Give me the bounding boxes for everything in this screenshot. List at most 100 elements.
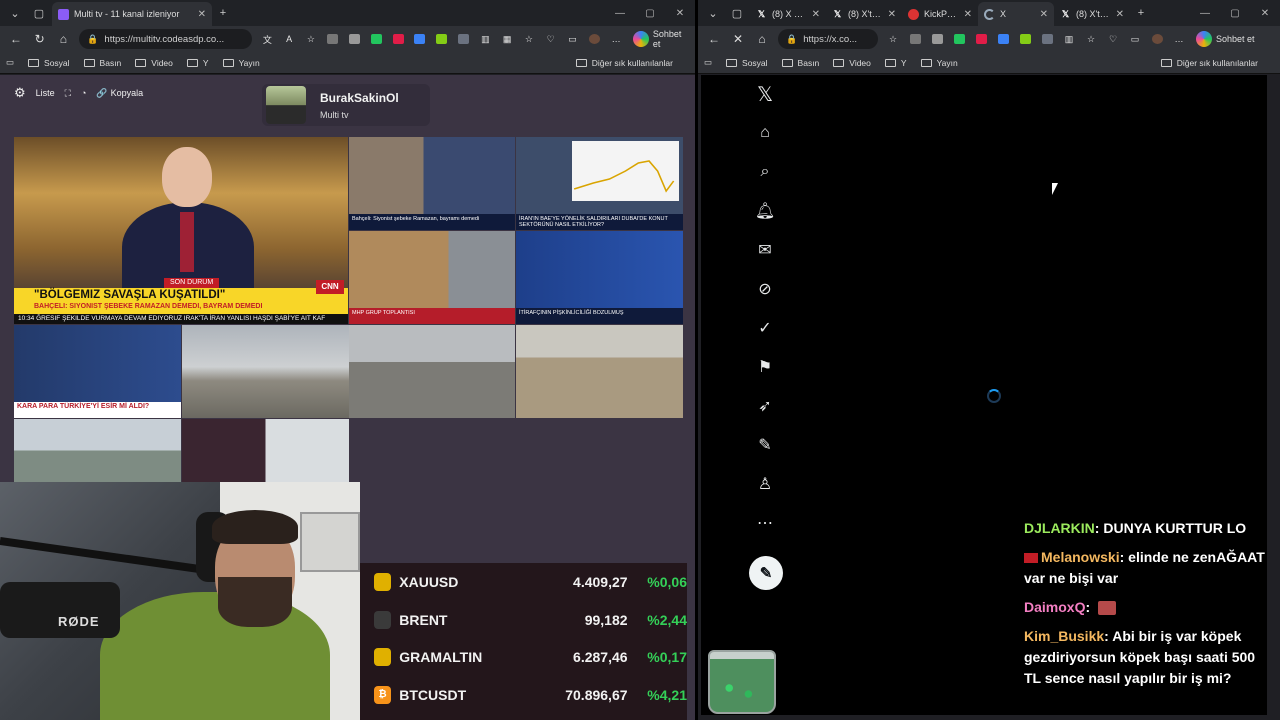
video-tile[interactable] bbox=[182, 419, 349, 482]
channel-card[interactable]: BurakSakinOl Multi tv bbox=[262, 84, 430, 126]
more-icon[interactable]: ⋯ bbox=[749, 509, 781, 537]
close-tab-icon[interactable]: ✕ bbox=[1040, 9, 1048, 20]
heart-icon[interactable]: ♡ bbox=[542, 32, 560, 46]
home-icon[interactable]: ⌂ bbox=[750, 32, 774, 46]
bookmark-sosyal[interactable]: Sosyal bbox=[28, 58, 70, 68]
other-bookmarks[interactable]: Diğer sık kullanılanlar bbox=[575, 58, 673, 68]
bookmark-y[interactable]: Y bbox=[884, 58, 907, 68]
search-icon[interactable]: ⌕ bbox=[749, 158, 781, 186]
favorites-icon[interactable]: ☆ bbox=[1082, 32, 1100, 46]
refresh-icon[interactable]: ↻ bbox=[28, 32, 52, 46]
tab-x-loading[interactable]: X ✕ bbox=[978, 2, 1054, 26]
translate-icon[interactable]: 文 bbox=[258, 32, 276, 46]
video-tile[interactable] bbox=[182, 325, 349, 418]
extension-icon[interactable] bbox=[1016, 32, 1034, 46]
screenshot-icon[interactable]: ▭ bbox=[564, 32, 582, 46]
settings-gear-icon[interactable]: ⚙ bbox=[14, 85, 26, 101]
workspaces-icon[interactable]: ▢ bbox=[28, 2, 50, 24]
bookmark-yayin[interactable]: Yayın bbox=[920, 58, 958, 68]
new-tab-icon[interactable]: + bbox=[212, 2, 234, 24]
split-screen-icon[interactable]: ▥ bbox=[476, 32, 494, 46]
mail-icon[interactable]: ✉ bbox=[749, 236, 781, 264]
video-tile[interactable] bbox=[14, 419, 181, 482]
grok-icon[interactable]: ⊘ bbox=[749, 275, 781, 303]
minimize-icon[interactable]: — bbox=[1190, 8, 1220, 19]
bookmark-sosyal[interactable]: Sosyal bbox=[726, 58, 768, 68]
bookmark-yayin[interactable]: Yayın bbox=[222, 58, 260, 68]
video-tile[interactable]: KARA PARA TÜRKİYE'Yİ ESİR Mİ ALDI? bbox=[14, 325, 181, 418]
tab-x-search-1[interactable]: 𝕏 (8) X'te BP ✕ bbox=[826, 2, 902, 26]
video-tile[interactable]: MHP GRUP TOPLANTISI bbox=[349, 231, 515, 324]
extension-icon[interactable] bbox=[324, 32, 342, 46]
video-tile[interactable] bbox=[349, 325, 515, 418]
extension-icon[interactable] bbox=[346, 32, 364, 46]
maximize-icon[interactable]: ▢ bbox=[635, 8, 665, 19]
profile-icon[interactable]: ♙ bbox=[749, 470, 781, 498]
extension-icon[interactable] bbox=[972, 32, 990, 46]
close-window-icon[interactable]: ✕ bbox=[1250, 8, 1280, 19]
url-field[interactable]: 🔒 https://x.co... bbox=[778, 29, 878, 49]
bell-icon[interactable]: 🔔︎ bbox=[749, 197, 781, 225]
bookmark-y[interactable]: Y bbox=[186, 58, 209, 68]
bookmark-video[interactable]: Video bbox=[135, 58, 173, 68]
verified-icon[interactable]: ✓ bbox=[749, 314, 781, 342]
tab-x-pro[interactable]: 𝕏 (8) X Pro ✕ bbox=[750, 2, 826, 26]
bookmark-basin[interactable]: Basın bbox=[83, 58, 121, 68]
extension-icon[interactable] bbox=[994, 32, 1012, 46]
close-tab-icon[interactable]: ✕ bbox=[1116, 9, 1124, 20]
video-tile[interactable] bbox=[516, 325, 683, 418]
back-icon[interactable]: ← bbox=[702, 32, 726, 46]
extension-icon[interactable] bbox=[433, 32, 451, 46]
extension-icon[interactable] bbox=[367, 32, 385, 46]
extension-icon[interactable] bbox=[389, 32, 407, 46]
copy-link-button[interactable]: 🔗 Kopyala bbox=[96, 88, 143, 99]
video-tile[interactable]: İTİRAFÇININ PİŞKİNLİCİLİĞİ BOZULMUŞ bbox=[516, 231, 683, 324]
post-button-icon[interactable]: ✎ bbox=[749, 556, 783, 590]
url-field[interactable]: 🔒 https://multitv.codeasdp.co... bbox=[79, 29, 253, 49]
tab-x-search-2[interactable]: 𝕏 (8) X'te Sö ✕ bbox=[1054, 2, 1130, 26]
rocket-icon[interactable]: ➶ bbox=[749, 392, 781, 420]
fullscreen-icon[interactable]: ⛶ bbox=[65, 88, 71, 99]
extension-icon[interactable] bbox=[906, 32, 924, 46]
x-logo-icon[interactable]: 𝕏 bbox=[749, 80, 781, 108]
tab-actions-icon[interactable]: ⌄ bbox=[4, 2, 26, 24]
favorite-star-icon[interactable]: ☆ bbox=[884, 32, 902, 46]
video-tile[interactable]: Bahçeli: Siyonist şebeke Ramazan, bayram… bbox=[349, 137, 515, 230]
reading-list-icon[interactable]: ▭ bbox=[704, 57, 712, 68]
minimize-icon[interactable]: — bbox=[605, 8, 635, 19]
extension-icon[interactable] bbox=[411, 32, 429, 46]
close-tab-icon[interactable]: ✕ bbox=[888, 9, 896, 20]
other-bookmarks[interactable]: Diğer sık kullanılanlar bbox=[1160, 58, 1258, 68]
stop-loading-icon[interactable]: ✕ bbox=[726, 32, 750, 46]
profile-avatar-icon[interactable] bbox=[585, 32, 603, 46]
favorite-star-icon[interactable]: ☆ bbox=[302, 32, 320, 46]
bookmark-icon[interactable]: ⚑ bbox=[749, 353, 781, 381]
tab-kickpeek[interactable]: KickPeek - ✕ bbox=[902, 2, 978, 26]
close-window-icon[interactable]: ✕ bbox=[665, 8, 695, 19]
favorites-icon[interactable]: ☆ bbox=[520, 32, 538, 46]
workspaces-icon[interactable]: ▢ bbox=[726, 2, 748, 24]
heart-icon[interactable]: ♡ bbox=[1104, 32, 1122, 46]
list-button[interactable]: Liste bbox=[36, 88, 55, 98]
collections-icon[interactable]: ▦ bbox=[498, 32, 516, 46]
screenshot-icon[interactable]: ▭ bbox=[1126, 32, 1144, 46]
new-tab-icon[interactable]: + bbox=[1130, 2, 1152, 24]
extension-icon[interactable] bbox=[950, 32, 968, 46]
profile-avatar-icon[interactable] bbox=[1148, 32, 1166, 46]
reading-list-icon[interactable]: ▭ bbox=[6, 57, 14, 68]
bookmark-basin[interactable]: Basın bbox=[781, 58, 819, 68]
copilot-chat-button[interactable]: Sohbet et bbox=[1196, 31, 1255, 47]
read-aloud-icon[interactable]: A bbox=[280, 32, 298, 46]
extension-icon[interactable] bbox=[455, 32, 473, 46]
main-video-feed[interactable]: SON DURUM "BÖLGEMIZ SAVAŞLA KUŞATILDI" B… bbox=[14, 137, 348, 324]
close-tab-icon[interactable]: ✕ bbox=[198, 9, 206, 20]
extension-icon[interactable] bbox=[928, 32, 946, 46]
edit-icon[interactable]: ✎ bbox=[749, 431, 781, 459]
maximize-icon[interactable]: ▢ bbox=[1220, 8, 1250, 19]
home-icon[interactable]: ⌂ bbox=[749, 119, 781, 147]
extension-icon[interactable] bbox=[1038, 32, 1056, 46]
split-screen-icon[interactable]: ▥ bbox=[1060, 32, 1078, 46]
bookmark-video[interactable]: Video bbox=[833, 58, 871, 68]
copilot-chat-button[interactable]: Sohbet et bbox=[633, 29, 691, 49]
close-tab-icon[interactable]: ✕ bbox=[812, 9, 820, 20]
